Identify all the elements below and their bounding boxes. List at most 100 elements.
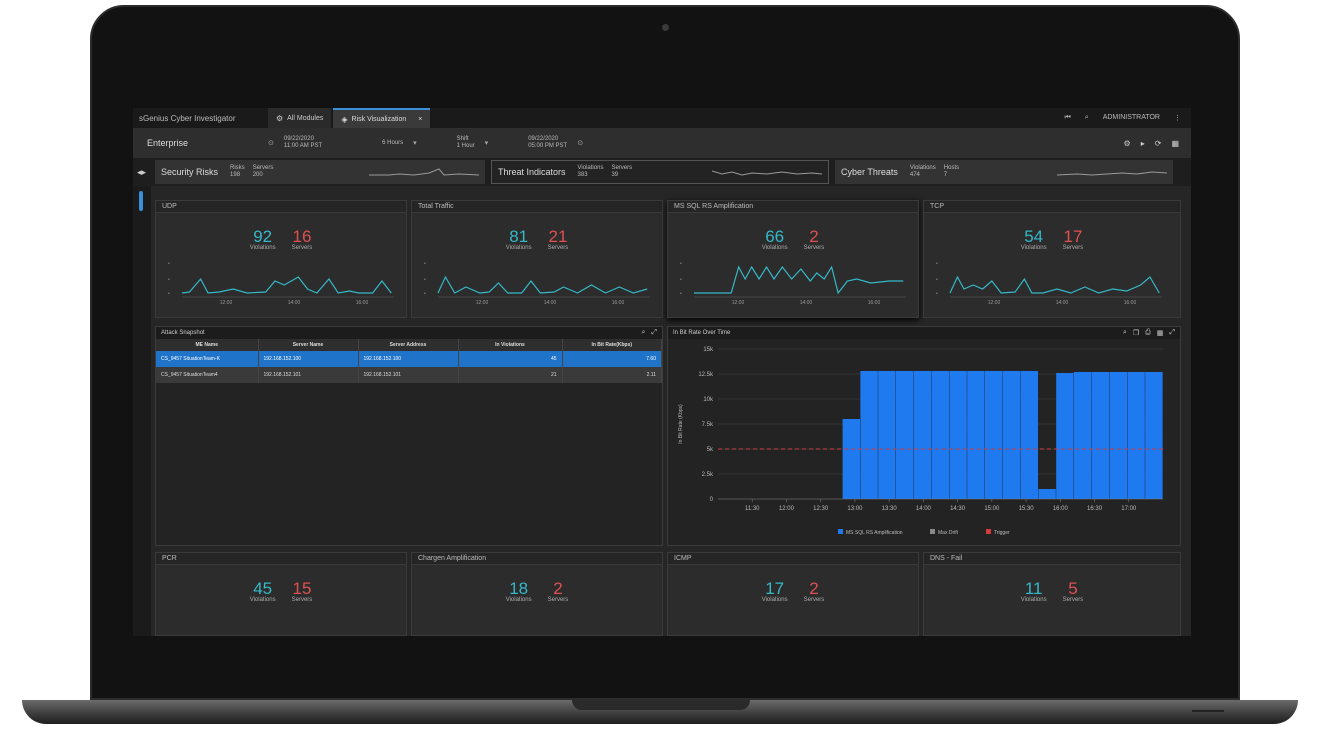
bar[interactable] (985, 371, 1003, 499)
timeline-range[interactable]: 6 Hours (382, 140, 403, 147)
card-ms-sql-rs-amplification[interactable]: MS SQL RS Amplification 66 Violations 2 Ser… (667, 200, 919, 318)
bar[interactable] (1127, 372, 1145, 499)
bar[interactable] (1020, 371, 1038, 499)
bit-rate-panel: In Bit Rate Over Time ⌕ ❐ ⎙ ▦ ⤢ 0 2.5k 5k 7.5k 1… (667, 326, 1181, 546)
violations-label: Violations (249, 245, 276, 251)
kpi-sparkline (712, 170, 822, 176)
laptop-vent (1192, 710, 1224, 712)
legend-item[interactable]: Trigger (994, 530, 1010, 536)
servers-count: 15 (292, 579, 312, 598)
card-total-traffic[interactable]: Total Traffic 81 Violations 21 Servers • • • 1… (411, 200, 663, 318)
col-header[interactable]: Server Name (258, 339, 359, 351)
violations-label: Violations (761, 245, 788, 251)
servers-label: Servers (547, 245, 569, 251)
card-dns-fail[interactable]: DNS - Fail 11 Violations 5 Servers (923, 552, 1181, 636)
col-header[interactable]: In Bit Rate(Kbps) (562, 339, 662, 351)
violations-label: Violations (1020, 597, 1047, 603)
search-icon[interactable]: ⌕ (641, 329, 645, 337)
servers-label: Servers (1062, 245, 1084, 251)
refresh-icon[interactable]: ⟳ (1155, 139, 1162, 148)
bar[interactable] (842, 419, 860, 499)
card-icmp[interactable]: ICMP 17 Violations 2 Servers (667, 552, 919, 636)
col-header[interactable]: In Violations (458, 339, 563, 351)
trend-line (694, 265, 904, 295)
servers-count: 2 (553, 579, 563, 598)
x-tick-label: 13:30 (882, 506, 898, 512)
settings-icon[interactable]: ⚙ (1124, 139, 1131, 148)
card-chargen-amplification[interactable]: Chargen Amplification 18 Violations 2 Serve… (411, 552, 663, 636)
timeline-shift[interactable]: Shift 1 Hour (457, 136, 475, 150)
bar[interactable] (878, 371, 896, 499)
card-title: DNS - Fail (924, 553, 1180, 565)
app-screen: sGenius Cyber Investigator ⚙ All Modules… (133, 108, 1191, 636)
search-icon[interactable]: ⌕ (1085, 114, 1089, 122)
y-tick: • (936, 261, 938, 267)
legend-item[interactable]: Max Drift (938, 530, 959, 536)
top-bar: sGenius Cyber Investigator ⚙ All Modules… (133, 108, 1191, 128)
x-tick: 12:00 (988, 300, 1001, 304)
copy-icon[interactable]: ❐ (1133, 329, 1139, 337)
kpi-security-risks[interactable]: Security Risks Risks 198 Servers 200 (155, 160, 485, 184)
bar[interactable] (860, 371, 878, 499)
card-udp[interactable]: UDP 92 Violations 16 Servers • • • 12:00 14:00 1… (155, 200, 407, 318)
violations-label: Violations (761, 597, 788, 603)
bar[interactable] (931, 371, 949, 499)
tab-all-modules[interactable]: ⚙ All Modules (268, 108, 332, 128)
sidebar-active-marker[interactable] (139, 191, 143, 211)
bar[interactable] (1091, 372, 1110, 499)
col-header[interactable]: Server Address (358, 339, 459, 351)
bar[interactable] (949, 371, 967, 499)
expand-icon[interactable]: ⤢ (1169, 329, 1175, 337)
servers-label: Servers (1062, 597, 1084, 603)
timeline[interactable]: ⊙ 09/22/2020 11:00 AM PST 6 Hours ▾ Shif… (268, 136, 583, 150)
y-tick: • (424, 291, 426, 297)
bar[interactable] (913, 371, 932, 499)
card-tcp[interactable]: TCP 54 Violations 17 Servers • • • 12:00 14:00 1… (923, 200, 1181, 318)
servers-count: 16 (292, 227, 312, 246)
layout-icon[interactable]: ▦ (1171, 139, 1179, 148)
y-tick: • (424, 277, 426, 283)
table-row[interactable]: CS_9457 SituationTeam4 192.168.152.101 1… (156, 367, 662, 383)
servers-count: 5 (1068, 579, 1078, 598)
bar[interactable] (1145, 372, 1163, 499)
collapse-icon[interactable]: ◂▸ (137, 167, 149, 178)
panel-title: Attack Snapshot (161, 330, 205, 336)
bar[interactable] (1056, 373, 1074, 499)
print-icon[interactable]: ⎙ (1145, 329, 1151, 337)
bar[interactable] (1038, 489, 1056, 499)
legend-item[interactable]: MS SQL RS Amplification (846, 530, 903, 536)
close-icon[interactable]: × (418, 116, 422, 123)
expand-icon[interactable]: ⤢ (651, 329, 657, 337)
kpi-threat-indicators[interactable]: Threat Indicators Violations 383 Servers 3… (491, 160, 829, 184)
y-tick: • (424, 261, 426, 267)
tab-risk-visualization[interactable]: ◈ Risk Visualization × (333, 108, 431, 128)
zoom-icon[interactable]: ⌕ (1123, 329, 1127, 337)
bar[interactable] (896, 371, 914, 499)
grid-icon[interactable]: ▦ (1157, 329, 1164, 337)
card-title: UDP (156, 201, 406, 213)
kpi-cyber-threats[interactable]: Cyber Threats Violations 474 Hosts 7 (835, 160, 1173, 184)
x-tick: 12:00 (732, 300, 745, 304)
bar[interactable] (1074, 372, 1092, 499)
timeline-end-icon: ⊙ (577, 140, 584, 147)
x-tick-label: 12:00 (779, 506, 795, 512)
servers-count: 2 (809, 227, 819, 246)
bar[interactable] (1109, 372, 1127, 499)
play-icon[interactable]: ▸ (1141, 139, 1145, 148)
card-pcr[interactable]: PCR 45 Violations 15 Servers (155, 552, 407, 636)
bar[interactable] (967, 371, 985, 499)
violations-label: Violations (505, 245, 532, 251)
flag-icon[interactable]: ⏮ (1064, 114, 1070, 122)
timeline-start[interactable]: 09/22/2020 11:00 AM PST (284, 136, 322, 150)
app-brand: sGenius Cyber Investigator (139, 113, 236, 123)
menu-icon[interactable]: ⋮ (1174, 114, 1181, 122)
table-row[interactable]: CS_9457 SituationTeam-K 192.168.152.100 … (156, 351, 662, 367)
bar[interactable] (1002, 371, 1021, 499)
timeline-end[interactable]: 09/22/2020 05:00 PM PST (528, 136, 567, 150)
violations-label: Violations (1020, 245, 1047, 251)
user-name[interactable]: ADMINISTRATOR (1103, 114, 1160, 122)
x-tick: 14:00 (1056, 300, 1069, 304)
col-header[interactable]: ME Name (156, 339, 259, 351)
chevron-down-icon: ▾ (413, 140, 417, 147)
card-title: TCP (924, 201, 1180, 213)
